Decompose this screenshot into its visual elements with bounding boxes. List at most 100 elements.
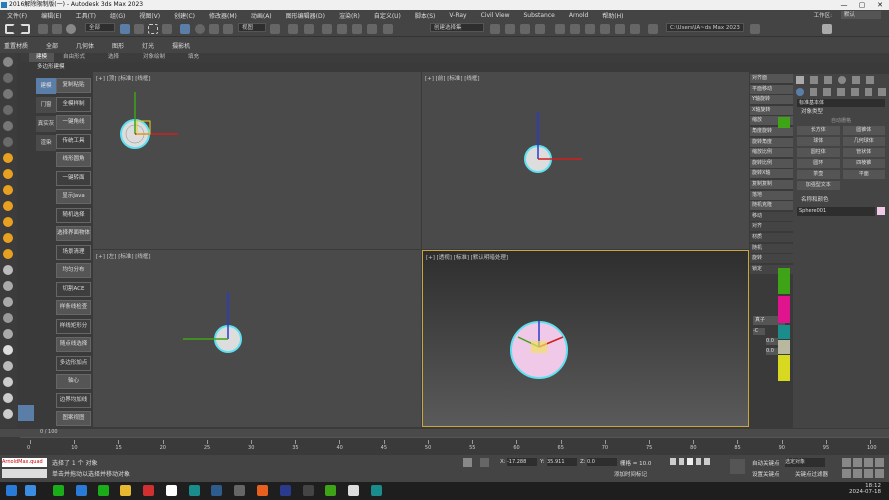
menu-views[interactable]: 视图(V) [132, 11, 167, 20]
folder-icon[interactable] [3, 137, 13, 147]
photoshop-icon[interactable] [280, 485, 291, 496]
cylinder-button[interactable]: 圆柱体 [797, 148, 840, 157]
named-selection-dropdown[interactable]: 创建选择集 [430, 23, 484, 32]
edge-icon[interactable] [76, 485, 87, 496]
chrome-icon[interactable] [166, 485, 177, 496]
plugin-button[interactable]: 传统工具 [56, 133, 91, 149]
tube-button[interactable]: 管状体 [842, 148, 885, 157]
plugin-button[interactable]: 随点线选择 [56, 337, 91, 352]
toggle-ribbon-icon[interactable] [535, 24, 545, 34]
fern-icon[interactable] [3, 313, 13, 323]
media-icon[interactable] [211, 485, 222, 496]
play-icon[interactable] [687, 458, 693, 465]
torus-button[interactable]: 圆环 [797, 159, 840, 168]
plugin-icon[interactable] [3, 377, 13, 387]
right-tool-button[interactable]: 旋转角度 [750, 137, 795, 147]
rendered-frame-icon[interactable] [615, 24, 625, 34]
mirror-icon[interactable] [490, 24, 500, 34]
ribbon-geometry[interactable]: 几何体 [76, 41, 94, 50]
right-tool-button[interactable]: 旋转比例 [750, 158, 795, 168]
plugin-button[interactable]: 复制粘贴 [56, 78, 91, 93]
object-name-input[interactable]: Sphere001 [797, 207, 875, 216]
curve-editor-icon[interactable] [555, 24, 565, 34]
app3-icon[interactable] [257, 485, 268, 496]
percent-snap-icon[interactable] [352, 24, 362, 34]
c-button[interactable]: -C [753, 328, 765, 335]
x-coord[interactable]: -17.288 [507, 458, 537, 466]
display-tab-icon[interactable] [852, 76, 860, 84]
autogrid-checkbox[interactable]: 自动栅格 [793, 117, 889, 126]
menu-vray[interactable]: V-Ray [442, 12, 473, 19]
zoom-extents-icon[interactable] [864, 458, 873, 467]
right-tool-button[interactable]: 旋转 [750, 254, 795, 264]
grass-icon[interactable] [3, 329, 13, 339]
plugin-button[interactable]: 一键角线 [56, 115, 91, 130]
ribbon-cameras[interactable]: 摄影机 [172, 41, 190, 50]
project-folder-icon[interactable] [750, 24, 760, 34]
light-icon[interactable] [3, 153, 13, 163]
lights-icon[interactable] [823, 88, 832, 96]
tab-selection[interactable]: 选择 [101, 53, 126, 62]
menu-customize[interactable]: 自定义(U) [367, 11, 408, 20]
omni-icon[interactable] [3, 185, 13, 195]
viewport-front[interactable]: [+] [前] [标准] [线框] [422, 72, 749, 249]
plugin-button[interactable]: 均匀分布 [56, 263, 91, 278]
spinner-snap-icon[interactable] [367, 24, 377, 34]
maximize-viewport-icon[interactable] [875, 469, 884, 478]
time-slider[interactable]: 0 / 100 [0, 429, 889, 437]
area-light-icon[interactable] [3, 249, 13, 259]
edit-named-sel-icon[interactable] [383, 24, 393, 34]
next-frame-icon[interactable] [695, 458, 702, 465]
right-tool-button[interactable]: 平面移动 [750, 84, 795, 94]
plugin-button[interactable]: 图案视图 [56, 411, 91, 426]
menu-scripting[interactable]: 脚本(S) [408, 11, 443, 20]
geosphere-button[interactable]: 几何球体 [842, 137, 885, 146]
plant-icon[interactable] [3, 297, 13, 307]
right-tool-button[interactable]: 对齐面 [750, 74, 795, 83]
right-tool-button[interactable]: 随机 [750, 243, 795, 253]
color-swatch[interactable] [778, 296, 790, 323]
right-tool-button[interactable]: 旋转X轴 [750, 169, 795, 179]
maxscript-input[interactable] [2, 469, 47, 478]
menu-graph-editors[interactable]: 图形编辑器(D) [279, 11, 332, 20]
placement-icon[interactable] [223, 24, 233, 34]
plugin-button[interactable]: 全模样制 [56, 96, 91, 112]
box-icon[interactable] [3, 73, 13, 83]
pyramid-button[interactable]: 四棱锥 [842, 159, 885, 168]
plugin-button[interactable]: 显示Java [56, 189, 91, 204]
name-color-header[interactable]: 名称和颜色 [793, 196, 889, 205]
right-tool-button[interactable]: 缩放比例 [750, 148, 795, 158]
settings-icon[interactable] [3, 409, 13, 419]
help-icon[interactable] [822, 24, 832, 34]
plugin-tab-doors[interactable]: 门窗 [36, 97, 56, 113]
menu-substance[interactable]: Substance [516, 12, 561, 19]
task-app-icon[interactable] [25, 485, 36, 496]
add-time-tag[interactable]: 添加时间标记 [614, 470, 647, 478]
menu-arnold[interactable]: Arnold [562, 12, 595, 19]
plugin-tab-render[interactable]: 渲染 [36, 135, 56, 151]
menu-animation[interactable]: 动画(A) [244, 11, 279, 20]
plugin-button[interactable]: 场景清理 [56, 244, 91, 260]
primitive-type-dropdown[interactable]: 标准基本体 [797, 99, 885, 107]
select-manipulate-icon[interactable] [288, 24, 298, 34]
viewport-label[interactable]: [+] [前] [标准] [线框] [425, 74, 480, 82]
orbit-icon[interactable] [864, 469, 873, 478]
textplus-button[interactable]: 加强型文本 [797, 181, 840, 190]
skylight-icon[interactable] [3, 217, 13, 227]
plugin-button[interactable]: 一键转面 [56, 170, 91, 186]
sphere-icon[interactable] [3, 265, 13, 275]
modify-tab-icon[interactable] [810, 76, 818, 84]
menu-civil-view[interactable]: Civil View [474, 12, 517, 19]
plugin-button[interactable]: 边界均加线 [56, 392, 91, 408]
window-crossing-icon[interactable] [162, 24, 172, 34]
systems-icon[interactable] [878, 88, 887, 96]
right-tool-button[interactable]: 角度旋转 [750, 126, 795, 136]
tree-icon[interactable] [3, 281, 13, 291]
plugin-button[interactable]: 轴心 [56, 374, 91, 389]
ribbon-lights[interactable]: 灯光 [142, 41, 154, 50]
right-tool-button[interactable]: 材质 [750, 232, 795, 242]
track-bar[interactable]: 0 10 15 20 25 30 35 40 45 50 55 60 65 70 75 80 85 90 95 100 [20, 437, 889, 455]
menu-help[interactable]: 帮助(H) [595, 11, 630, 20]
go-start-icon[interactable] [670, 458, 676, 465]
cameras-icon[interactable] [837, 88, 845, 96]
